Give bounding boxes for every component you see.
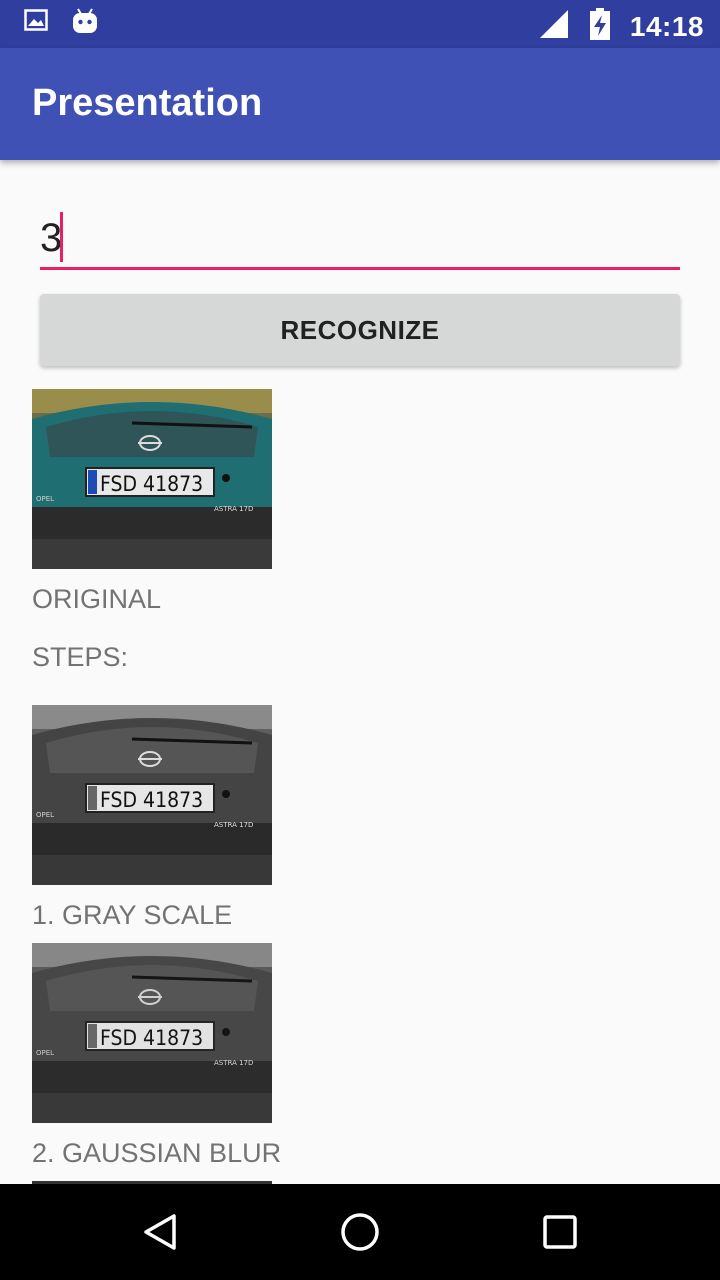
steps-heading: STEPS: xyxy=(32,642,129,672)
car-brand-badge: OPEL xyxy=(36,811,54,819)
text-cursor xyxy=(60,212,63,262)
page-title: Presentation xyxy=(32,82,263,124)
signal-icon xyxy=(538,8,570,45)
status-clock: 14:18 xyxy=(629,10,704,42)
battery-charging-icon xyxy=(589,8,610,45)
android-icon xyxy=(72,8,98,41)
navigation-bar xyxy=(0,1184,720,1280)
license-plate-text: FSD 41873 xyxy=(100,472,203,496)
number-input-value: 3 xyxy=(40,216,63,260)
image-icon xyxy=(24,8,48,41)
car-brand-badge: OPEL xyxy=(36,495,54,503)
license-plate-text: FSD 41873 xyxy=(100,788,203,812)
original-image: FSD 41873 OPEL ASTRA 17D xyxy=(32,389,272,569)
car-brand-badge: OPEL xyxy=(36,1049,54,1057)
status-bar: 14:18 xyxy=(0,0,720,48)
recognize-button[interactable]: RECOGNIZE xyxy=(40,294,680,366)
recents-icon[interactable] xyxy=(536,1208,584,1256)
grayscale-image: FSD 41873 OPEL ASTRA 17D xyxy=(32,705,272,885)
car-model-badge: ASTRA 17D xyxy=(214,821,253,829)
gaussian-blur-caption: 2. GAUSSIAN BLUR xyxy=(32,1138,282,1168)
main-content: 3 RECOGNIZE FSD 41873 OPEL ASTRA 17D ORI… xyxy=(0,160,720,1184)
grayscale-caption: 1. GRAY SCALE xyxy=(32,900,233,930)
number-input[interactable]: 3 xyxy=(40,212,680,270)
back-icon[interactable] xyxy=(136,1208,184,1256)
license-plate-text: FSD 41873 xyxy=(100,1026,203,1050)
car-model-badge: ASTRA 17D xyxy=(214,1059,253,1067)
home-icon[interactable] xyxy=(336,1208,384,1256)
original-caption: ORIGINAL xyxy=(32,584,162,614)
gaussian-blur-image: FSD 41873 OPEL ASTRA 17D xyxy=(32,943,272,1123)
car-model-badge: ASTRA 17D xyxy=(214,505,253,513)
app-bar: Presentation xyxy=(0,48,720,160)
